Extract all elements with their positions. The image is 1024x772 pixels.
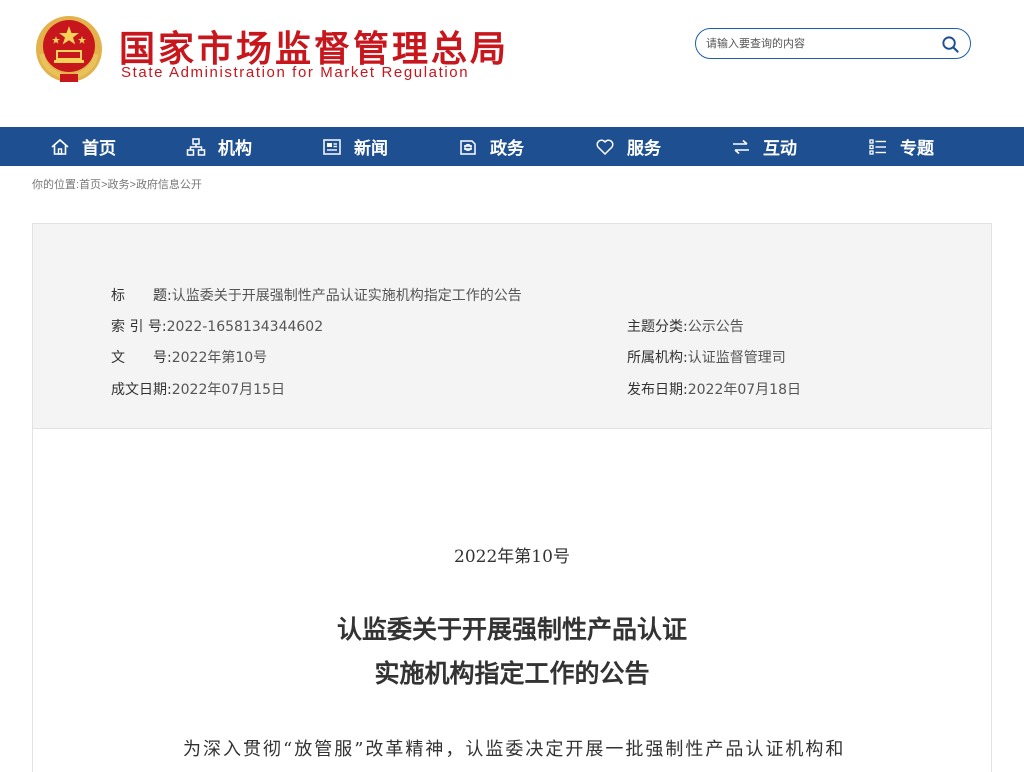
nav-item-organization[interactable]: 机构 — [186, 127, 252, 166]
nav-item-topics[interactable]: 专题 — [868, 127, 934, 166]
meta-created-value: 2022年07月15日 — [171, 382, 285, 398]
nav-item-government-affairs[interactable]: 政务 — [458, 127, 524, 166]
breadcrumb-info-disclosure[interactable]: 政府信息公开 — [136, 179, 202, 191]
meta-org-value: 认证监督管理司 — [687, 350, 786, 366]
article-body: 2022年第10号 认监委关于开展强制性产品认证 实施机构指定工作的公告 为深入… — [32, 429, 992, 772]
meta-docno-row: 文 号:2022年第10号 — [111, 347, 267, 367]
search-input[interactable] — [706, 34, 926, 54]
nav-item-label: 专题 — [900, 139, 934, 159]
document-meta-panel: 标 题:认监委关于开展强制性产品认证实施机构指定工作的公告 索 引 号:2022… — [32, 223, 992, 429]
search-box — [695, 28, 971, 59]
meta-title-label: 标 题: — [111, 288, 172, 304]
document-title: 认监委关于开展强制性产品认证 实施机构指定工作的公告 — [33, 608, 991, 696]
exchange-arrows-icon — [731, 137, 751, 157]
breadcrumb-home[interactable]: 首页 — [79, 179, 101, 191]
nav-item-interaction[interactable]: 互动 — [731, 127, 797, 166]
org-chart-icon — [186, 137, 206, 157]
document-number: 2022年第10号 — [454, 547, 570, 567]
meta-created-row: 成文日期:2022年07月15日 — [111, 379, 285, 399]
breadcrumb-government-affairs[interactable]: 政务 — [108, 179, 130, 191]
meta-published-label: 发布日期: — [627, 382, 688, 398]
document-paragraph: 为深入贯彻“放管服”改革精神，认监委决定开展一批强制性产品认证机构和 — [183, 739, 846, 760]
main-nav: 首页 机构 新闻 政务 服务 互动 专题 — [0, 127, 1024, 166]
nav-item-home[interactable]: 首页 — [50, 127, 116, 166]
meta-index-label: 索 引 号: — [111, 319, 167, 335]
meta-topic-value: 公示公告 — [687, 319, 744, 335]
meta-org-label: 所属机构: — [627, 350, 688, 366]
meta-created-label: 成文日期: — [111, 382, 172, 398]
nav-item-label: 互动 — [763, 139, 797, 159]
nav-item-label: 机构 — [218, 139, 252, 159]
meta-docno-label: 文 号: — [111, 350, 172, 366]
document-title-line: 认监委关于开展强制性产品认证 — [336, 615, 687, 644]
document-title-line: 实施机构指定工作的公告 — [374, 659, 650, 688]
meta-topic-label: 主题分类: — [627, 319, 688, 335]
meta-topic-row: 主题分类:公示公告 — [627, 316, 744, 336]
nav-item-label: 政务 — [490, 139, 524, 159]
meta-docno-value: 2022年第10号 — [171, 350, 268, 366]
site-name-en[interactable]: State Administration for Market Regulati… — [121, 64, 469, 81]
nav-item-label: 新闻 — [354, 139, 388, 159]
meta-published-value: 2022年07月18日 — [687, 382, 801, 398]
nav-item-label: 首页 — [82, 139, 116, 159]
meta-published-row: 发布日期:2022年07月18日 — [627, 379, 801, 399]
home-icon — [50, 137, 70, 157]
meta-title-value: 认监委关于开展强制性产品认证实施机构指定工作的公告 — [171, 288, 522, 304]
search-icon[interactable] — [941, 35, 960, 54]
nav-item-label: 服务 — [627, 139, 661, 159]
topic-list-icon — [868, 137, 888, 157]
site-header: 国家市场监督管理总局 State Administration for Mark… — [0, 0, 1024, 127]
meta-index-value: 2022-1658134344602 — [166, 319, 324, 335]
government-affairs-icon — [458, 137, 478, 157]
breadcrumb: 你的位置:首页>政务>政府信息公开 — [32, 176, 202, 192]
meta-index-row: 索 引 号:2022-1658134344602 — [111, 316, 323, 336]
breadcrumb-prefix: 你的位置: — [32, 179, 80, 191]
nav-item-news[interactable]: 新闻 — [322, 127, 388, 166]
heart-icon — [595, 137, 615, 157]
meta-org-row: 所属机构:认证监督管理司 — [627, 347, 786, 367]
meta-title-row: 标 题:认监委关于开展强制性产品认证实施机构指定工作的公告 — [111, 285, 522, 305]
news-icon — [322, 137, 342, 157]
national-emblem-icon[interactable] — [34, 14, 104, 84]
nav-item-services[interactable]: 服务 — [595, 127, 661, 166]
